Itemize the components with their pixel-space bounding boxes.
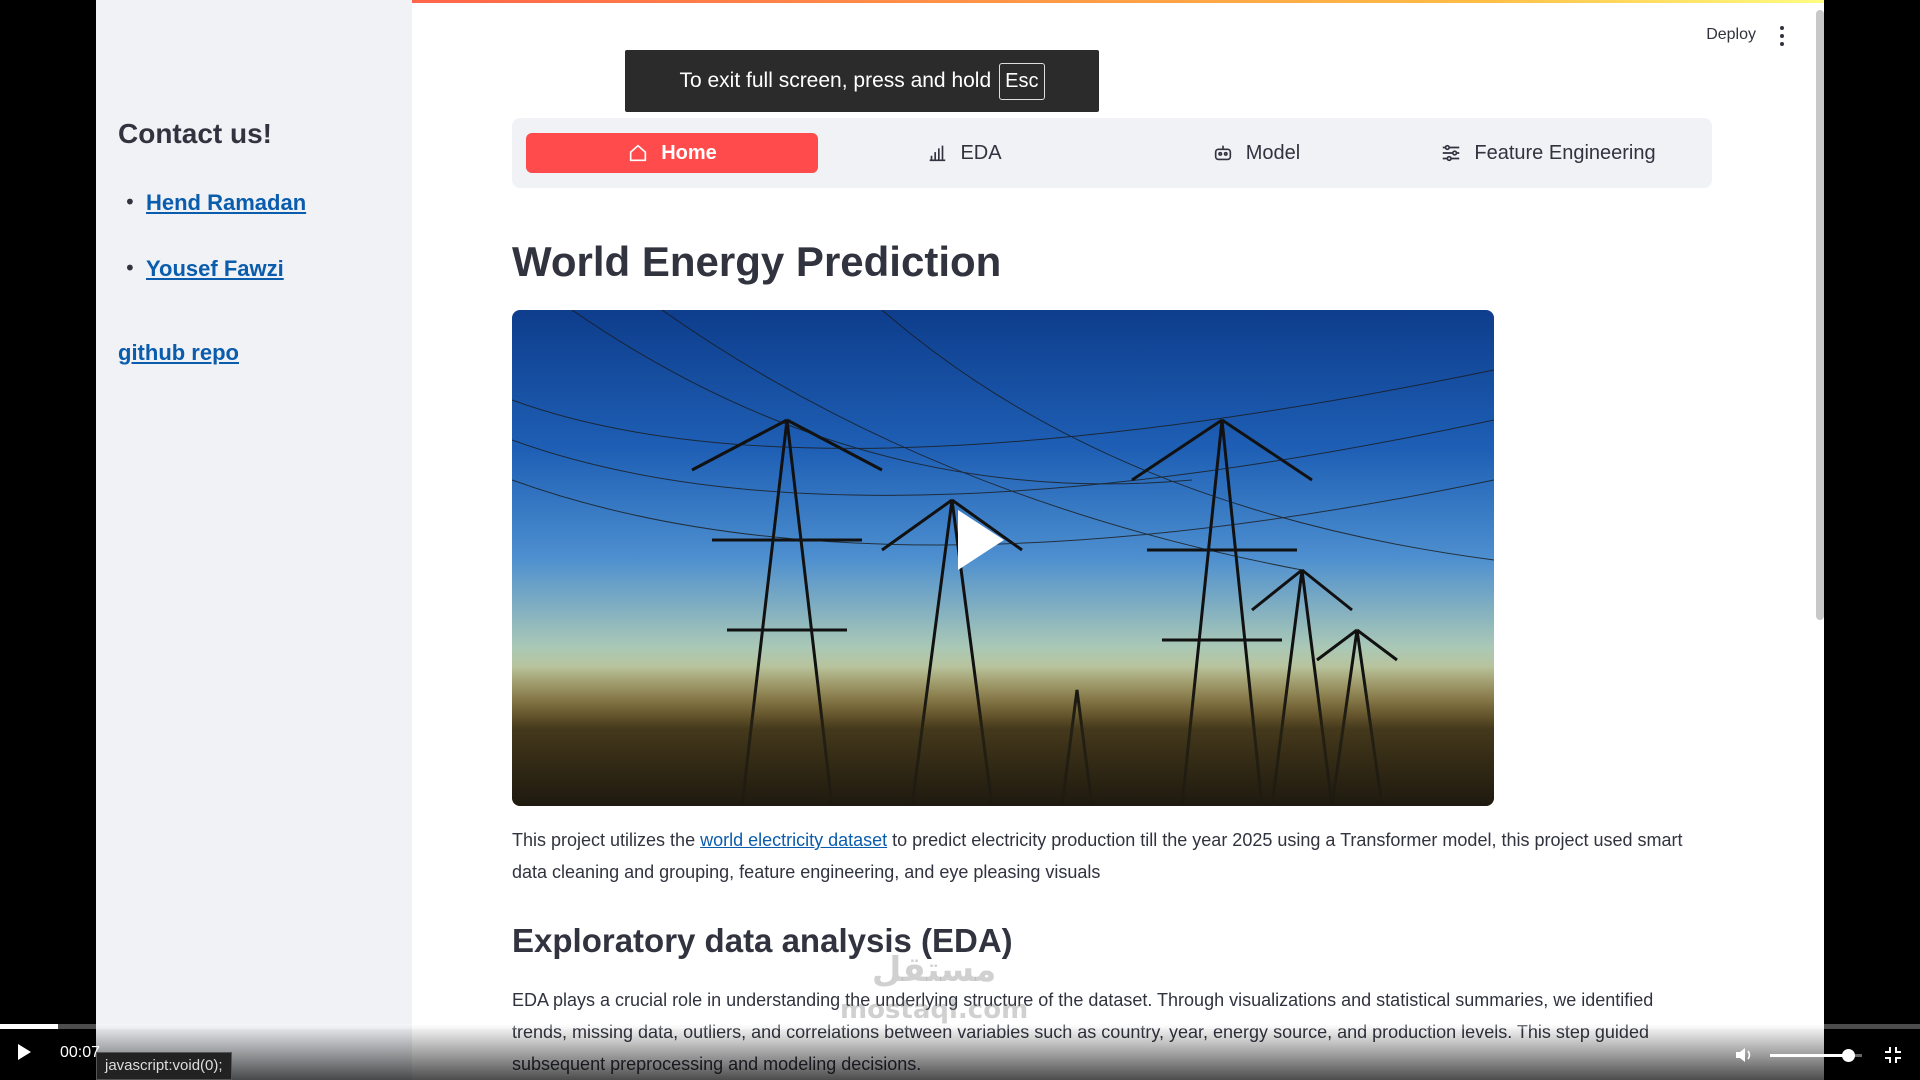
fullscreen-exit-toast: To exit full screen, press and hold Esc xyxy=(625,50,1099,112)
play-icon[interactable] xyxy=(958,510,1004,570)
contact-item: Yousef Fawzi xyxy=(118,256,306,322)
contact-list: Hend Ramadan Yousef Fawzi xyxy=(118,190,306,322)
sidebar: Contact us! Hend Ramadan Yousef Fawzi gi… xyxy=(96,0,412,1080)
home-icon xyxy=(630,144,647,162)
watermark: مستقل mostaql.com xyxy=(840,950,1029,1025)
esc-key: Esc xyxy=(999,62,1045,100)
scrollbar[interactable] xyxy=(1816,10,1824,620)
sidebar-heading: Contact us! xyxy=(118,118,272,149)
volume-icon[interactable] xyxy=(1734,1046,1754,1064)
sliders-icon xyxy=(1443,144,1460,162)
exit-fullscreen-icon[interactable] xyxy=(1884,1046,1902,1064)
status-url-tooltip: javascript:void(0); xyxy=(96,1052,232,1080)
tab-label: Model xyxy=(1245,141,1301,164)
current-time: 00:07 xyxy=(60,1044,101,1061)
volume-fill xyxy=(1770,1054,1849,1057)
github-repo-link[interactable]: github repo xyxy=(118,340,239,366)
progress-bar[interactable] xyxy=(0,1024,1920,1029)
video-player[interactable] xyxy=(512,310,1494,806)
tab-eda[interactable]: EDA xyxy=(818,133,1110,173)
nav-menu: Home EDA Model Feature Engineering xyxy=(512,118,1712,188)
toast-text: To exit full screen, press and hold xyxy=(679,69,992,92)
volume-knob[interactable] xyxy=(1842,1049,1856,1062)
video-controls-bar xyxy=(0,1024,1920,1080)
tab-label: EDA xyxy=(960,141,1002,164)
bar-chart-icon xyxy=(930,145,946,162)
page-title: World Energy Prediction xyxy=(512,238,1002,285)
kebab-menu-icon[interactable] xyxy=(1772,24,1792,48)
intro-paragraph: This project utilizes the world electric… xyxy=(512,830,1683,882)
deploy-button[interactable]: Deploy xyxy=(1706,26,1756,44)
tab-feature-engineering[interactable]: Feature Engineering xyxy=(1402,133,1694,173)
contact-item: Hend Ramadan xyxy=(118,190,306,256)
robot-icon xyxy=(1214,145,1231,161)
tab-label: Home xyxy=(661,141,717,164)
play-icon[interactable] xyxy=(18,1044,31,1060)
contact-link-hend[interactable]: Hend Ramadan xyxy=(146,190,306,215)
volume-slider[interactable] xyxy=(1770,1049,1862,1062)
dataset-link[interactable]: world electricity dataset xyxy=(700,830,887,850)
contact-link-yousef[interactable]: Yousef Fawzi xyxy=(146,256,284,281)
tab-model[interactable]: Model xyxy=(1110,133,1402,173)
app-window: Contact us! Hend Ramadan Yousef Fawzi gi… xyxy=(96,0,1824,1080)
tab-label: Feature Engineering xyxy=(1474,141,1656,164)
progress-fill xyxy=(0,1024,58,1029)
ground-silhouette xyxy=(512,666,1494,806)
tab-home[interactable]: Home xyxy=(526,133,818,173)
